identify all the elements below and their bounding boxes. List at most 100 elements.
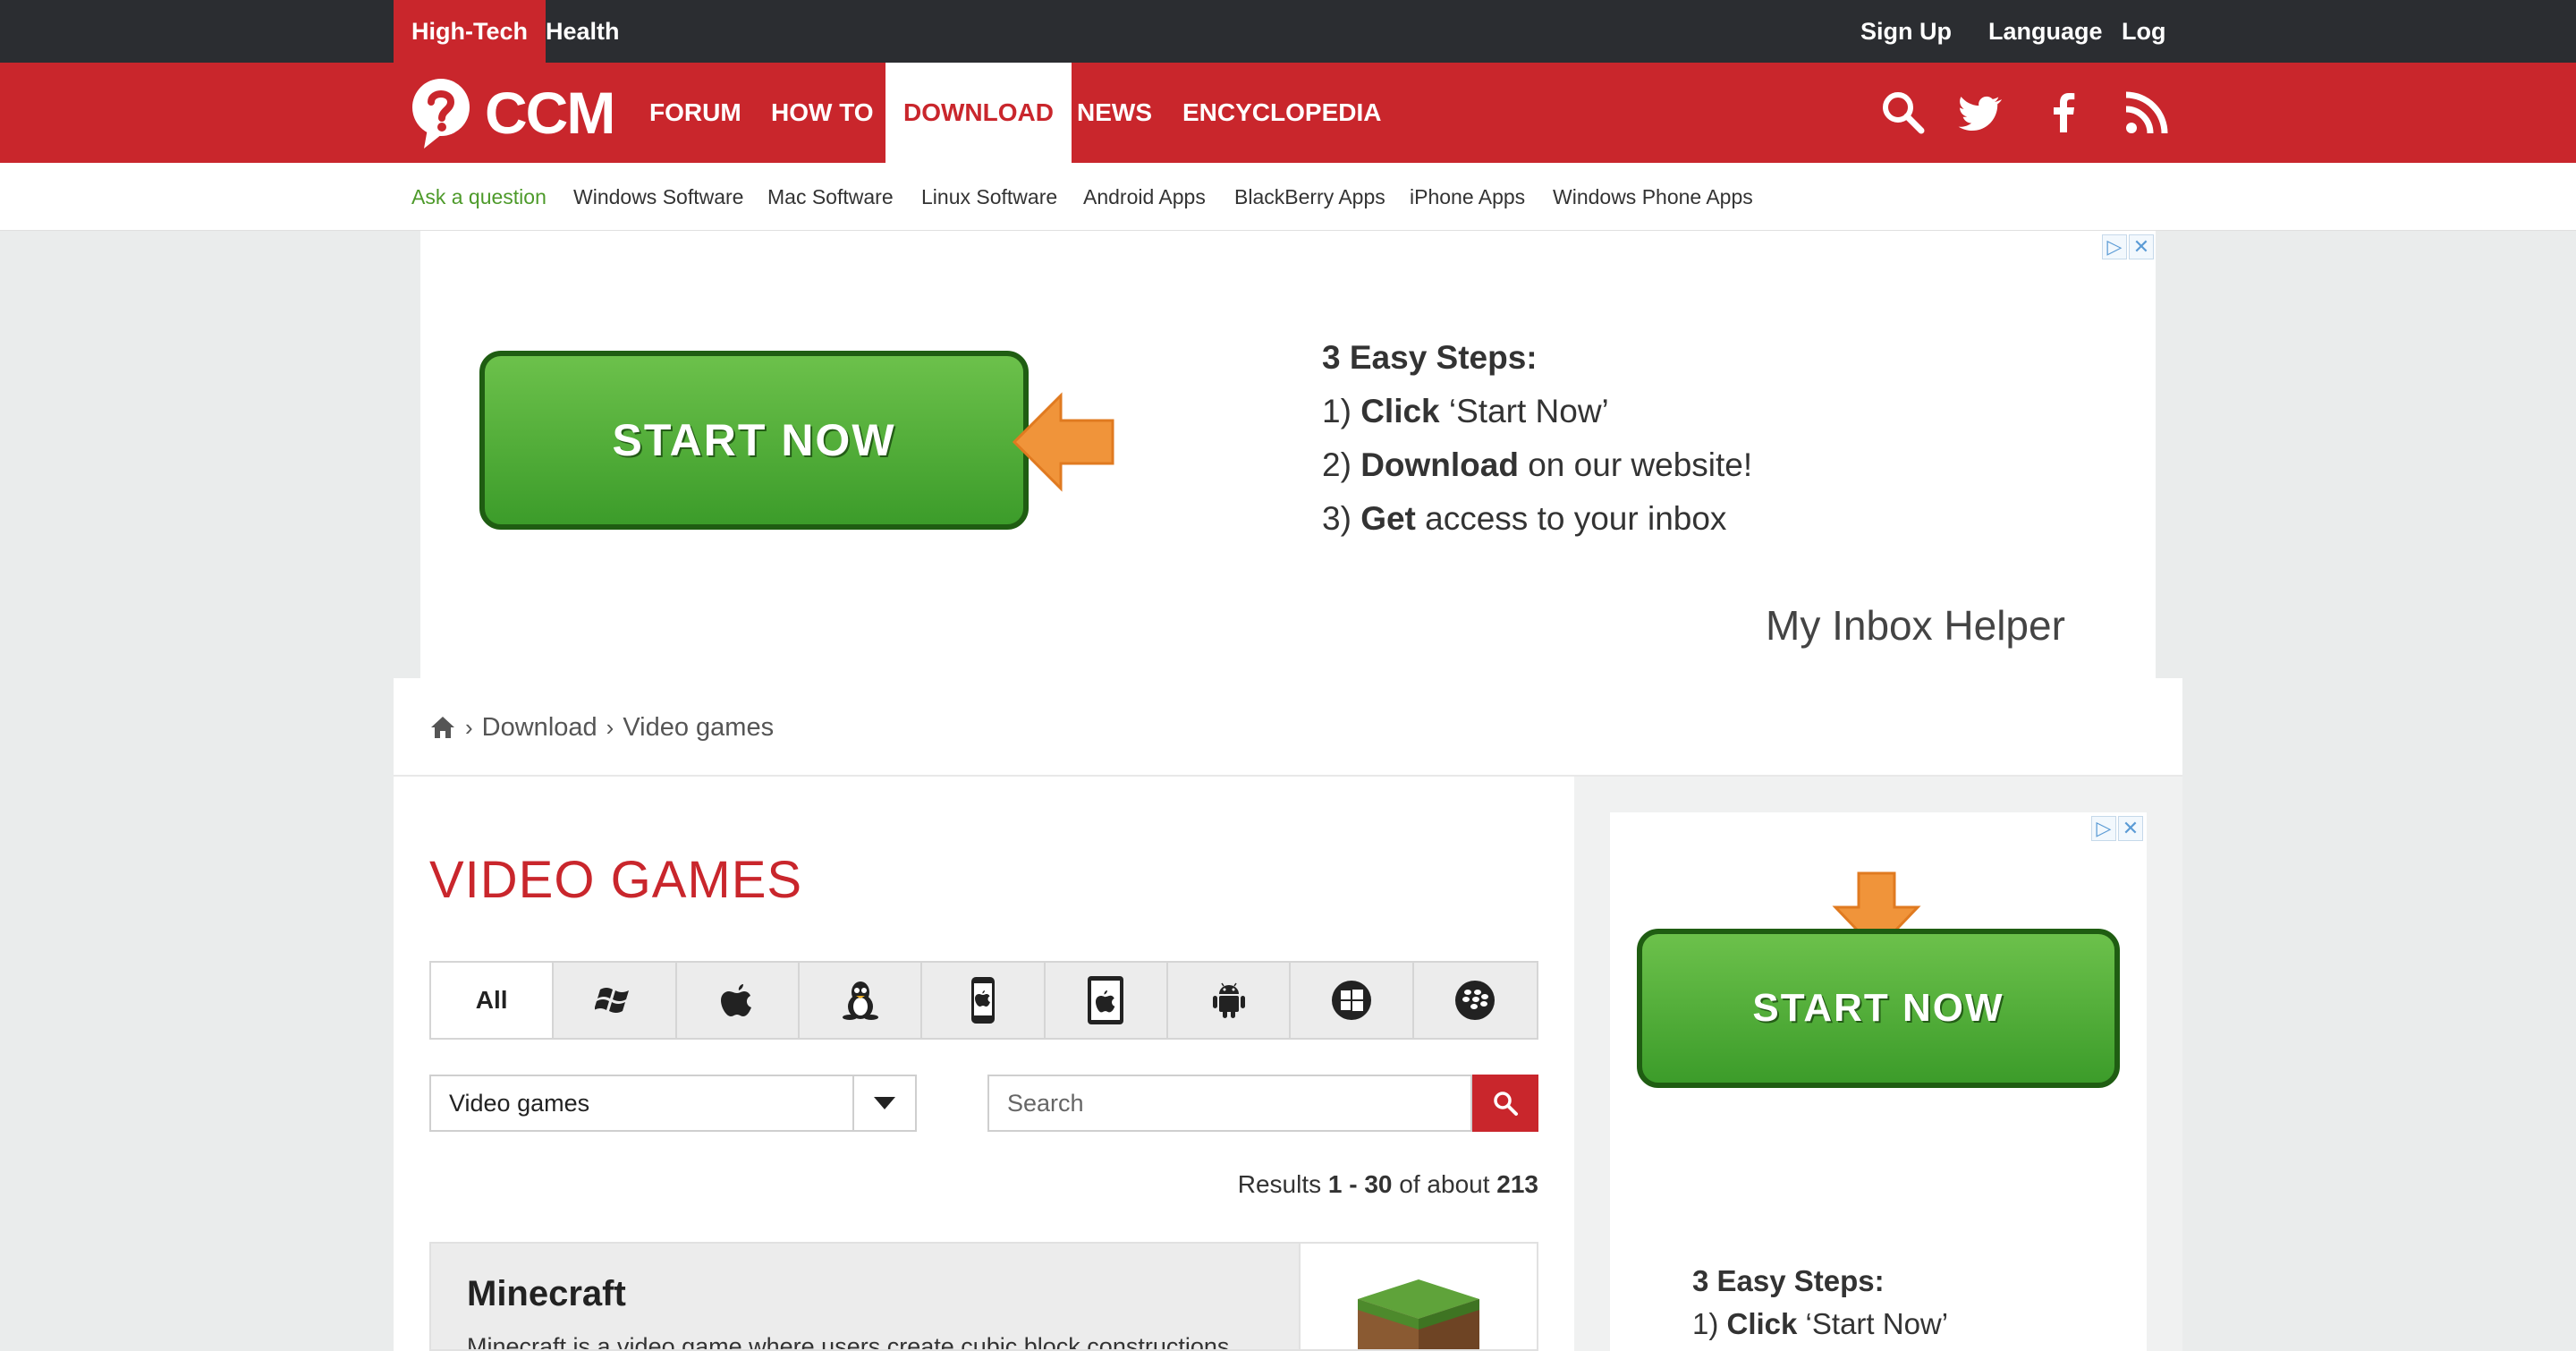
ad-info-icon[interactable]: ▷ <box>2091 816 2116 841</box>
side-ad-start-now-button[interactable]: START NOW <box>1637 929 2120 1088</box>
ccm-logo[interactable]: CCM <box>410 75 615 150</box>
ipad-icon <box>1088 976 1124 1024</box>
facebook-icon[interactable] <box>2039 88 2089 138</box>
item-title[interactable]: Minecraft <box>467 1274 626 1314</box>
sidebar: ▷ ✕ START NOW 3 Easy Steps: 1) Click ‘St… <box>1574 777 2182 1351</box>
log-in-link[interactable]: Log In <box>2104 0 2183 107</box>
tab-blackberry[interactable] <box>1413 963 1537 1038</box>
results-total: 213 <box>1496 1170 1538 1198</box>
ad-step1-text: ‘Start Now’ <box>1439 393 1609 429</box>
results-count: Results 1 - 30 of about 213 <box>1238 1170 1538 1199</box>
list-item[interactable]: Minecraft Minecraft is a video game wher… <box>429 1242 1538 1351</box>
subnav-mac-software[interactable]: Mac Software <box>767 163 894 231</box>
tab-windows-phone[interactable] <box>1291 963 1414 1038</box>
subnav-android-apps[interactable]: Android Apps <box>1083 163 1206 231</box>
side-advertisement[interactable]: ▷ ✕ START NOW 3 Easy Steps: 1) Click ‘St… <box>1610 812 2147 1351</box>
ad-close-icon[interactable]: ✕ <box>2129 234 2154 259</box>
results-range: 1 - 30 <box>1327 1170 1393 1198</box>
chevron-right-icon: › <box>606 713 614 741</box>
ad-step2-text: on our website! <box>1518 446 1753 483</box>
subnav-blackberry-apps[interactable]: BlackBerry Apps <box>1234 163 1385 231</box>
platform-tabs: All <box>429 961 1538 1040</box>
rss-icon[interactable] <box>2122 88 2172 138</box>
ask-question-link[interactable]: Ask a question <box>411 163 547 231</box>
tab-ipad[interactable] <box>1045 963 1168 1038</box>
minecraft-block-icon <box>1358 1279 1479 1349</box>
top-bar: High-Tech Health Sign Up Language Log In <box>0 0 2576 107</box>
ad-choices[interactable]: ▷ ✕ <box>2102 234 2156 259</box>
iphone-icon <box>970 977 995 1024</box>
tab-all[interactable]: All <box>431 963 555 1038</box>
ad-info-icon[interactable]: ▷ <box>2102 234 2127 259</box>
subnav-windows-software[interactable]: Windows Software <box>573 163 743 231</box>
arrow-left-icon <box>1012 392 1114 492</box>
content-container: › Download › Video games VIDEO GAMES All <box>394 678 2182 1351</box>
subnav-windows-phone-apps[interactable]: Windows Phone Apps <box>1553 163 1753 231</box>
category-select-value: Video games <box>449 1090 590 1117</box>
ad-brand: My Inbox Helper <box>1766 602 2065 649</box>
chevron-right-icon: › <box>465 713 473 741</box>
side-ad-step1-text: ‘Start Now’ <box>1797 1307 1949 1340</box>
windows-icon <box>594 988 629 1013</box>
ad-start-now-button[interactable]: START NOW <box>479 351 1029 530</box>
tab-iphone[interactable] <box>922 963 1046 1038</box>
topbar-link-high-tech[interactable]: High-Tech <box>394 0 546 63</box>
tab-android[interactable] <box>1167 963 1292 1038</box>
side-ad-steps: 3 Easy Steps: 1) Click ‘Start Now’ <box>1692 1260 1948 1346</box>
nav-how-to[interactable]: HOW TO <box>753 63 892 163</box>
home-icon[interactable] <box>429 715 456 740</box>
ad-close-icon[interactable]: ✕ <box>2118 816 2143 841</box>
breadcrumb: › Download › Video games <box>429 678 774 777</box>
search-icon[interactable] <box>1878 88 1928 138</box>
logo-text: CCM <box>485 80 615 146</box>
chevron-down-icon[interactable] <box>852 1076 915 1130</box>
apple-icon <box>721 984 752 1016</box>
ad-step1-number: 1) <box>1322 393 1352 429</box>
nav-encyclopedia[interactable]: ENCYCLOPEDIA <box>1165 63 1399 163</box>
side-ad-steps-title: 3 Easy Steps: <box>1692 1264 1885 1297</box>
tab-windows[interactable] <box>554 963 677 1038</box>
tab-all-label: All <box>475 986 508 1014</box>
category-select[interactable]: Video games <box>429 1075 917 1132</box>
results-middle: of about <box>1392 1170 1497 1198</box>
main-nav: CCM FORUM HOW TO DOWNLOAD NEWS ENCYCLOPE… <box>0 63 2576 163</box>
windows-phone-icon <box>1331 981 1371 1020</box>
ad-steps: 3 Easy Steps: 1) Click ‘Start Now’ 2) Do… <box>1322 331 1752 546</box>
main-content: VIDEO GAMES All Video games Search Resul… <box>394 777 1574 1351</box>
nav-forum[interactable]: FORUM <box>631 63 759 163</box>
search-icon <box>1494 1092 1518 1116</box>
nav-download[interactable]: DOWNLOAD <box>886 63 1072 163</box>
topbar-link-health[interactable]: Health <box>528 0 638 63</box>
search-input[interactable] <box>989 1076 1470 1130</box>
ad-step3-number: 3) <box>1322 500 1352 537</box>
sign-up-link[interactable]: Sign Up <box>1843 0 1970 63</box>
ad-step1-bold: Click <box>1360 393 1440 429</box>
linux-icon <box>842 981 878 1020</box>
tab-linux[interactable] <box>799 963 923 1038</box>
top-advertisement[interactable]: ▷ ✕ START NOW 3 Easy Steps: 1) Click ‘St… <box>420 231 2156 678</box>
ad-step3-text: access to your inbox <box>1415 500 1727 537</box>
ad-steps-title: 3 Easy Steps: <box>1322 339 1538 376</box>
ad-step2-bold: Download <box>1360 446 1519 483</box>
page-title: VIDEO GAMES <box>429 851 803 909</box>
twitter-icon[interactable] <box>1955 88 2005 138</box>
breadcrumb-video-games[interactable]: Video games <box>623 713 774 743</box>
ccm-logo-icon <box>412 79 470 149</box>
side-ad-step1-number: 1) <box>1692 1307 1719 1340</box>
nav-news[interactable]: NEWS <box>1059 63 1170 163</box>
breadcrumb-download[interactable]: Download <box>482 713 597 743</box>
tab-mac[interactable] <box>676 963 800 1038</box>
language-link[interactable]: Language <box>1970 0 2121 63</box>
side-ad-step1-bold: Click <box>1726 1307 1798 1340</box>
item-description: Minecraft is a video game where users cr… <box>467 1333 1230 1351</box>
sub-nav: Ask a question Windows Software Mac Soft… <box>0 163 2576 231</box>
android-icon <box>1212 982 1245 1018</box>
search-button[interactable] <box>1472 1075 1538 1132</box>
blackberry-icon <box>1455 981 1496 1020</box>
ad-step2-number: 2) <box>1322 446 1352 483</box>
item-thumbnail[interactable] <box>1299 1244 1537 1349</box>
subnav-iphone-apps[interactable]: iPhone Apps <box>1410 163 1525 231</box>
search-field <box>987 1075 1472 1132</box>
subnav-linux-software[interactable]: Linux Software <box>921 163 1057 231</box>
ad-choices[interactable]: ▷ ✕ <box>2091 816 2145 841</box>
